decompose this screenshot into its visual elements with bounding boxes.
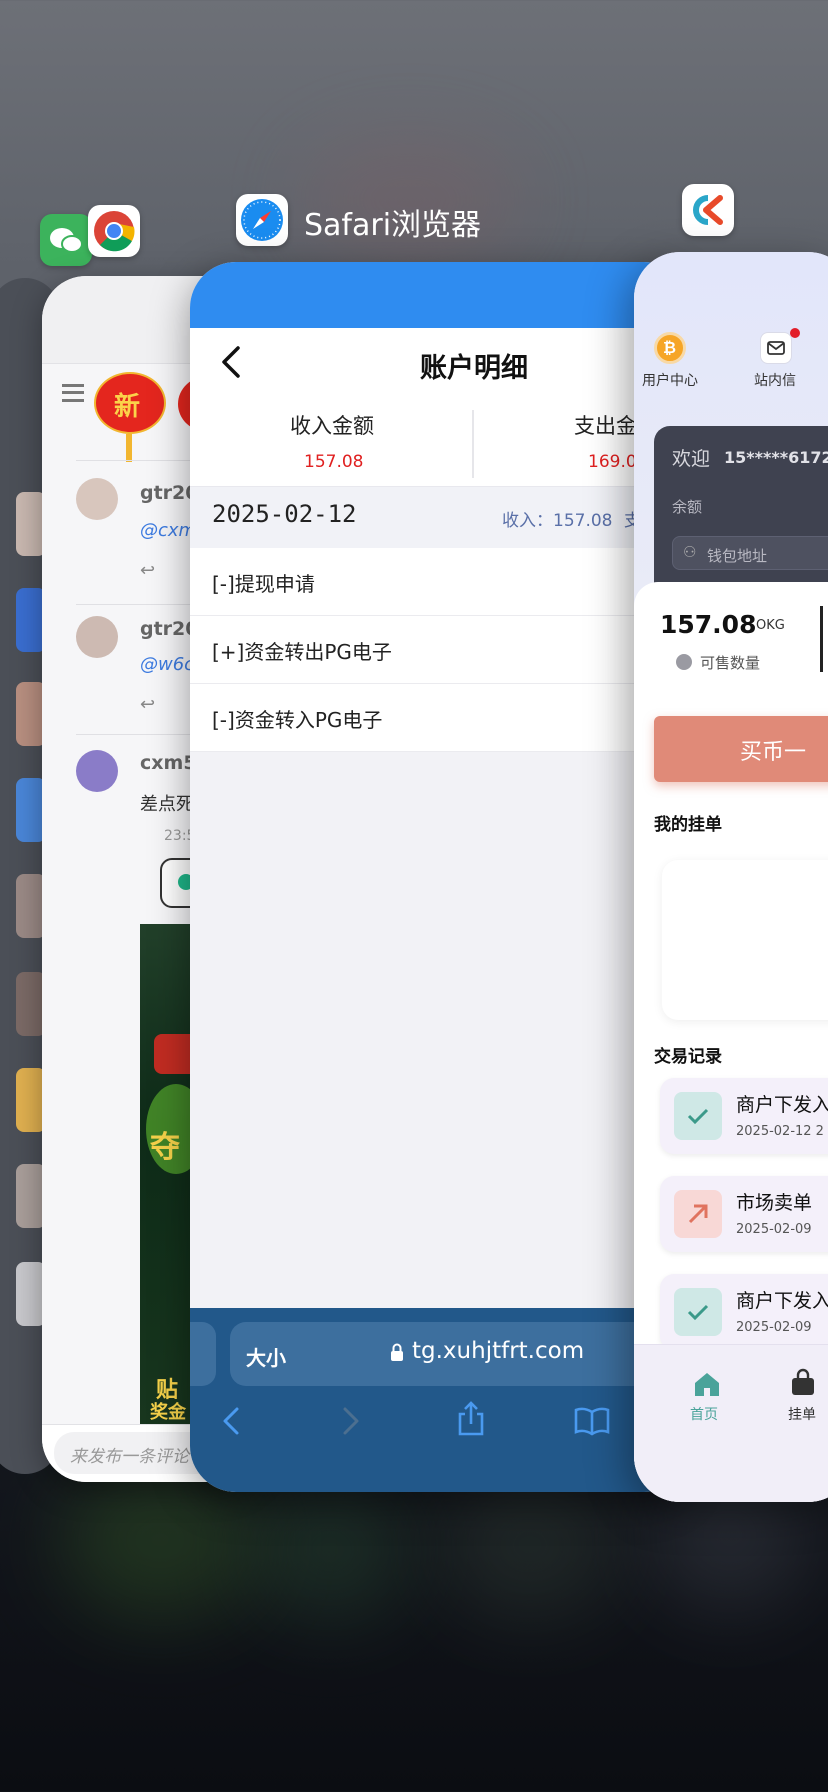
record-date: 2025-02-09: [736, 1222, 812, 1237]
comment-mention[interactable]: @w6c: [140, 654, 194, 675]
record-title: 商户下发入: [736, 1094, 828, 1116]
record-title: 市场卖单: [736, 1192, 813, 1214]
mail-icon[interactable]: [760, 332, 792, 364]
trade-records-heading: 交易记录: [654, 1047, 722, 1067]
balance-label: 余额: [672, 498, 703, 516]
menu-icon[interactable]: [62, 384, 84, 402]
comment-user[interactable]: cxm5: [140, 752, 197, 774]
share-icon[interactable]: [456, 1400, 486, 1438]
amount-value: 157.08: [660, 610, 757, 639]
safari-app-label: Safari浏览器: [304, 208, 482, 243]
reply-icon[interactable]: ↩: [140, 694, 155, 715]
comment-text: 差点死: [140, 794, 194, 815]
wallet-address-field[interactable]: ⚇ 钱包地址: [672, 536, 828, 570]
reply-icon[interactable]: ↩: [140, 560, 155, 581]
bitcoin-icon[interactable]: ₿: [654, 332, 686, 364]
list-item[interactable]: [-]提现申请: [190, 548, 690, 616]
income-value: 157.08: [304, 452, 364, 472]
safari-icon[interactable]: [236, 194, 288, 246]
coin-icon: [676, 654, 692, 670]
chrome-icon[interactable]: [88, 205, 140, 257]
check-icon: [674, 1288, 722, 1336]
forward-icon[interactable]: [342, 1406, 360, 1436]
back-icon[interactable]: [222, 1406, 240, 1436]
wechat-icon[interactable]: [40, 214, 92, 266]
record-date: 2025-02-09: [736, 1320, 812, 1335]
notification-dot: [790, 328, 800, 338]
tab-home[interactable]: 首页: [690, 1404, 718, 1424]
date-label: 2025-02-12: [212, 500, 357, 528]
url-text[interactable]: tg.xuhjtfrt.com: [412, 1338, 584, 1364]
record-date: 2025-02-12 2: [736, 1124, 824, 1139]
ok-app-icon[interactable]: [682, 184, 734, 236]
list-item[interactable]: [+]资金转出PG电子: [190, 616, 690, 684]
tab-orders[interactable]: 挂单: [788, 1404, 816, 1424]
date-income: 收入：157.08: [502, 511, 613, 531]
home-icon[interactable]: [692, 1370, 722, 1398]
previous-tab-bar[interactable]: [190, 1322, 216, 1386]
orders-empty-panel: [662, 860, 828, 1020]
avatar[interactable]: [76, 750, 118, 792]
my-orders-heading: 我的挂单: [654, 815, 722, 835]
bookmarks-icon[interactable]: [574, 1406, 610, 1436]
comment-mention[interactable]: @cxm: [140, 520, 196, 541]
back-chevron-icon[interactable]: [220, 344, 242, 380]
user-icon: ⚇: [683, 543, 697, 561]
bag-icon[interactable]: [788, 1368, 818, 1398]
nav-inbox[interactable]: 站内信: [754, 370, 796, 390]
welcome-label: 欢迎: [672, 448, 711, 470]
lantern-decoration: 新: [94, 372, 166, 434]
app-card-safari[interactable]: 账户明细 收入金额 157.08 支出金 169.0 2025-02-12 收入…: [190, 262, 690, 1492]
app-card-ok[interactable]: ₿ 用户中心 站内信 欢迎 15*****6172 余额 ⚇ 钱包地址 157.…: [634, 252, 828, 1502]
page-title: 账户明细: [420, 353, 528, 384]
nav-user-center[interactable]: 用户中心: [642, 370, 698, 390]
record-title: 商户下发入: [736, 1290, 828, 1312]
avatar[interactable]: [76, 616, 118, 658]
check-icon: [674, 1092, 722, 1140]
buy-button[interactable]: 买币一: [654, 716, 828, 782]
phone-label: 15*****6172: [724, 448, 828, 467]
income-label: 收入金额: [290, 414, 374, 438]
summary-divider: [472, 410, 474, 478]
arrow-up-right-icon: [674, 1190, 722, 1238]
avatar[interactable]: [76, 478, 118, 520]
expense-label: 支出金: [574, 414, 637, 438]
text-size-button[interactable]: 大小: [246, 1342, 286, 1371]
list-item[interactable]: [-]资金转入PG电子: [190, 684, 690, 752]
sellable-label: 可售数量: [700, 654, 761, 672]
amount-unit: OKG: [756, 618, 785, 633]
expense-value: 169.0: [588, 452, 637, 472]
lock-icon: [391, 1343, 403, 1361]
